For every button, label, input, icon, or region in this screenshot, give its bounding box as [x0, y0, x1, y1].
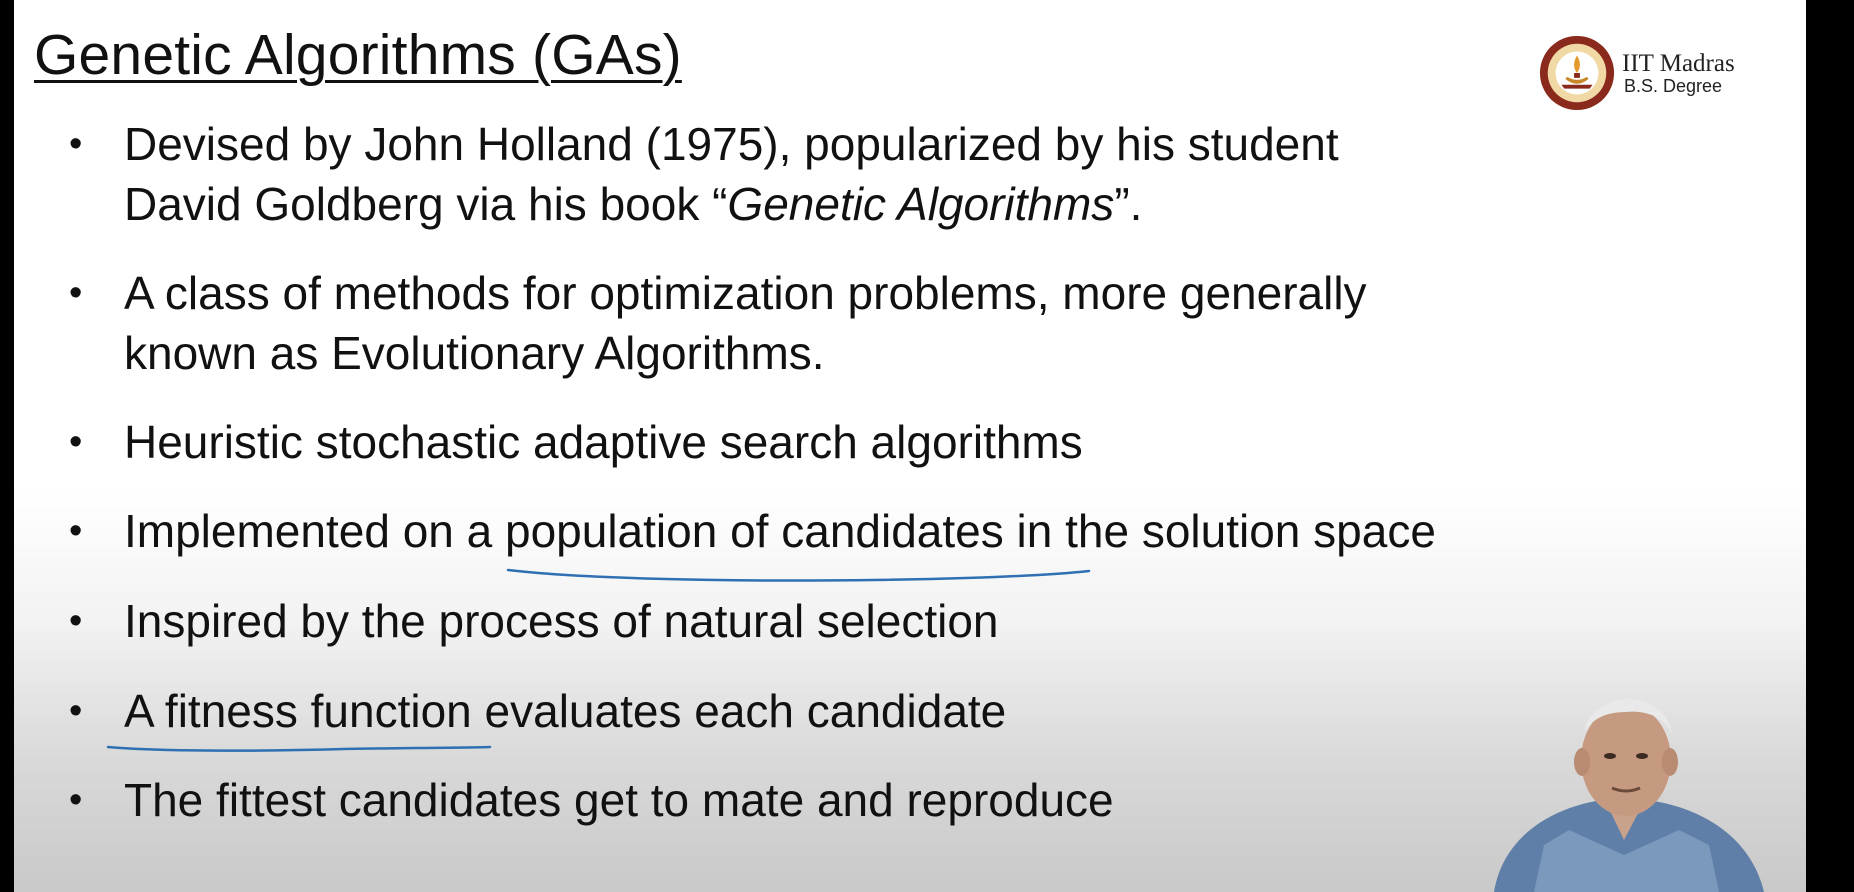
ink-underline-fitness-function: [106, 745, 492, 752]
bullet-marker: •: [69, 779, 83, 821]
presenter-video-overlay: [1494, 699, 1764, 892]
bullet-marker: •: [69, 421, 83, 463]
bullet-marker: •: [69, 510, 83, 552]
bullet-line: David Goldberg via his book “Genetic Alg…: [124, 174, 1339, 234]
bullet-marker: •: [69, 123, 83, 165]
bullet-text: The fittest candidates get to mate and r…: [124, 774, 1114, 826]
bullet-text: A class of methods for optimization prob…: [124, 263, 1367, 383]
video-frame: Genetic Algorithms (GAs) IIT Madras B.S.…: [0, 0, 1854, 892]
bullet-line: Devised by John Holland (1975), populari…: [124, 118, 1339, 170]
book-title: Genetic Algorithms: [727, 178, 1115, 230]
bullet-text: Devised by John Holland (1975), populari…: [124, 114, 1339, 234]
ink-underline-population-of-candidates: [506, 568, 1091, 582]
bullet-marker: •: [69, 690, 83, 732]
slide-title: Genetic Algorithms (GAs): [34, 23, 682, 87]
logo-degree-label: B.S. Degree: [1624, 76, 1723, 96]
bullet-text: Inspired by the process of natural selec…: [124, 595, 999, 647]
bullet-text: Heuristic stochastic adaptive search alg…: [124, 416, 1083, 468]
bullet-text: Implemented on a population of candidate…: [124, 505, 1436, 557]
lecture-slide: Genetic Algorithms (GAs) IIT Madras B.S.…: [14, 0, 1806, 892]
logo-institute-name: IIT Madras: [1622, 50, 1735, 77]
bullet-line: A class of methods for optimization prob…: [124, 267, 1367, 319]
bullet-marker: •: [69, 600, 83, 642]
bullet-marker: •: [69, 272, 83, 314]
bullet-line: known as Evolutionary Algorithms.: [124, 327, 825, 379]
iit-madras-logo: IIT Madras B.S. Degree: [1538, 34, 1798, 114]
bullet-text: A fitness function evaluates each candid…: [124, 685, 1007, 737]
bullet-text-fragment: ”.: [1114, 178, 1143, 230]
iit-madras-emblem-icon: [1539, 35, 1615, 111]
bullet-text-fragment: David Goldberg via his book “: [124, 178, 728, 230]
